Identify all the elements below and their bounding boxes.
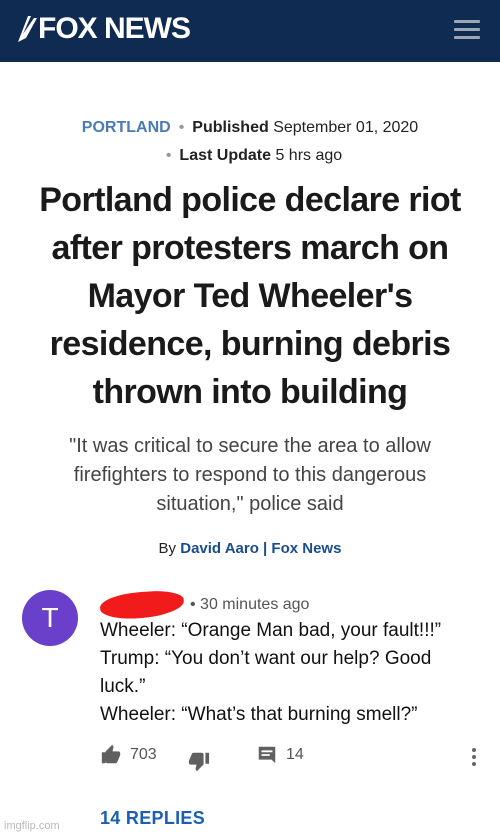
byline-separator: |: [263, 540, 268, 557]
updated-label: Last Update: [179, 147, 271, 164]
like-button[interactable]: 703: [100, 744, 157, 766]
comment-time: • 30 minutes ago: [190, 596, 310, 614]
published-date: September 01, 2020: [273, 119, 419, 136]
section-link[interactable]: PORTLAND: [82, 119, 171, 136]
dislike-button[interactable]: [188, 750, 210, 772]
watermark-text: imgflip.com: [4, 820, 60, 832]
hamburger-menu-icon[interactable]: [454, 20, 480, 42]
author-link[interactable]: David Aaro: [180, 540, 259, 557]
reply-count: 14: [286, 746, 304, 763]
comment-icon: [258, 746, 276, 764]
thumbs-up-icon: [101, 744, 121, 764]
avatar[interactable]: T: [22, 590, 78, 646]
top-nav-bar: FOX NEWS: [0, 0, 500, 62]
comment-line: Trump: “You don’t want our help? Good lu…: [100, 648, 432, 697]
updated-value: 5 hrs ago: [275, 147, 343, 164]
comment-line: Wheeler: “What’s that burning smell?”: [100, 704, 418, 725]
site-logo[interactable]: FOX NEWS: [38, 12, 191, 46]
article-meta-updated: • Last Update 5 hrs ago: [0, 147, 500, 165]
reply-button[interactable]: 14: [256, 744, 304, 766]
view-replies-button[interactable]: 14 REPLIES: [100, 808, 205, 829]
byline: By David Aaro | Fox News: [0, 540, 500, 557]
outlet-link[interactable]: Fox News: [271, 540, 341, 557]
byline-prefix: By: [158, 540, 177, 557]
more-options-icon[interactable]: [470, 748, 478, 770]
comment-meta: • 30 minutes ago: [99, 589, 310, 621]
meta-separator: •: [165, 147, 172, 164]
comment-actions: 703 14: [100, 744, 490, 774]
article-headline: Portland police declare riot after prote…: [39, 181, 461, 411]
like-count: 703: [130, 746, 157, 763]
thumbs-down-icon: [188, 752, 210, 772]
meta-separator: •: [178, 119, 185, 136]
published-label: Published: [192, 119, 269, 136]
comment-text: Wheeler: “Orange Man bad, your fault!!!”…: [100, 617, 480, 729]
comment-line: Wheeler: “Orange Man bad, your fault!!!”: [100, 620, 442, 641]
article-meta-published: PORTLAND • Published September 01, 2020: [0, 119, 500, 137]
article-subhead: "It was critical to secure the area to a…: [69, 435, 431, 515]
